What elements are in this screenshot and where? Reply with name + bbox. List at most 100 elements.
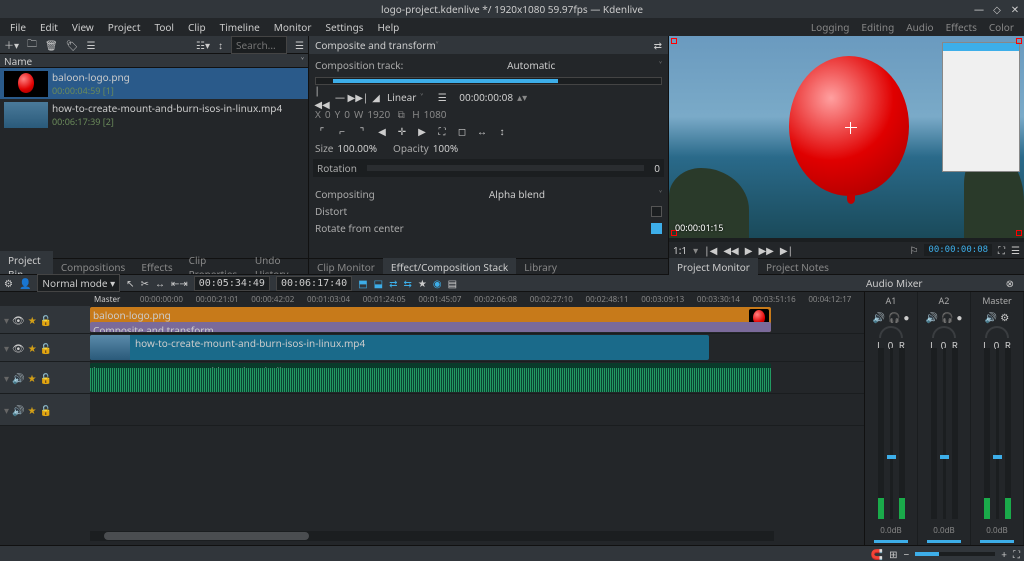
next-keyframe-icon[interactable]: ▶▶| [351,90,365,104]
lock-icon[interactable]: 🔓 [40,341,52,355]
menu-monitor[interactable]: Monitor [268,18,318,36]
tab-project-monitor[interactable]: Project Monitor [669,258,758,276]
y-value[interactable]: 0 [344,107,350,121]
menu-settings[interactable]: Settings [319,18,369,36]
tab-effects[interactable]: Effects [133,258,180,276]
menu-edit[interactable]: Edit [34,18,64,36]
interp-value[interactable]: Linear [387,90,416,104]
tool-icon[interactable]: ⬓ [374,276,383,290]
maximize-icon[interactable]: ◇ [992,4,1002,14]
interp-icon[interactable]: ◢ [369,90,383,104]
effects-icon[interactable]: ★ [27,403,36,417]
db-value[interactable]: 0.0dB [986,525,1007,536]
effects-icon[interactable]: ★ [28,341,37,355]
zoom-ratio[interactable]: 1:1 [673,243,687,257]
tool-icon[interactable]: ⇄ [389,276,397,290]
rec-icon[interactable]: ● [903,310,909,324]
zone-icon[interactable]: ⇤⇥ [171,276,188,290]
layout-audio[interactable]: Audio [900,18,939,36]
distort-checkbox[interactable] [651,206,662,217]
pan-knob[interactable]: L0R [930,326,958,342]
handle-br[interactable] [1016,230,1022,236]
tag-icon[interactable]: 🏷 [66,38,79,52]
record-icon[interactable]: ◉ [433,276,442,290]
play-icon[interactable]: ▶ [745,243,753,257]
edit-mode-combo[interactable]: Normal mode ▾ [37,274,120,292]
search-input[interactable] [231,36,287,54]
fullscreen-icon[interactable]: ⛶ [998,243,1005,257]
menu-clip[interactable]: Clip [182,18,212,36]
handle-tl[interactable] [671,38,677,44]
fit-zoom-icon[interactable]: ⛶ [1013,547,1020,561]
add-clip-icon[interactable]: ＋▾ [4,37,19,52]
menu-file[interactable]: File [4,18,32,36]
mixer-close-icon[interactable]: ⊗ [1006,276,1014,290]
zoom-in-icon[interactable]: + [1001,547,1007,561]
collapse-icon[interactable]: ▾ [4,313,9,327]
compositing-value[interactable]: Alpha blend [489,187,545,201]
rotation-slider[interactable] [367,165,644,171]
add-keyframe-icon[interactable]: — [333,90,347,104]
pointer-icon[interactable]: ↖ [126,276,134,290]
align-l-icon[interactable]: ◀ [375,124,389,138]
pan-knob[interactable]: L0R [877,326,905,342]
rotate-center-checkbox[interactable] [651,223,662,234]
clip-audio[interactable]: how-to-create-mount-and-burn-isos-in-lin… [90,363,771,392]
tab-clip-monitor[interactable]: Clip Monitor [309,258,383,276]
razor-icon[interactable]: ✂ [141,276,149,290]
handle-tr[interactable] [1016,38,1022,44]
align-c-icon[interactable]: ✛ [395,124,409,138]
tab-library[interactable]: Library [516,258,565,276]
mute-icon[interactable]: 🔊 [926,310,938,324]
tab-project-notes[interactable]: Project Notes [758,258,837,276]
collapse-icon[interactable]: ▾ [4,403,9,417]
prev-keyframe-icon[interactable]: |◀◀ [315,90,329,104]
volume-slider[interactable] [943,348,946,519]
rewind-icon[interactable]: ◀◀ [723,243,738,257]
lock-icon[interactable]: 🔓 [40,313,52,327]
bin-column-header[interactable]: Name˅ [0,54,308,68]
align-r-icon[interactable]: ▶ [415,124,429,138]
options-icon[interactable]: ☰ [295,38,304,52]
solo-icon[interactable]: 🎧 [941,310,953,324]
spacer-icon[interactable]: ↔ [155,276,165,290]
db-value[interactable]: 0.0dB [880,525,901,536]
menu-view[interactable]: View [66,18,100,36]
h-value[interactable]: 1080 [424,107,447,121]
solo-icon[interactable]: 🎧 [888,310,900,324]
lock-icon[interactable]: 🔓 [39,403,51,417]
marker-icon[interactable]: ⚐ [909,243,918,257]
bin-item-video[interactable]: how-to-create-mount-and-burn-isos-in-lin… [0,99,308,130]
tl-tc1[interactable]: 00:05:34:49 [194,276,270,291]
zoom-out-icon[interactable]: − [904,547,910,561]
comp-track-value[interactable]: Automatic [507,58,555,72]
tab-effect-stack[interactable]: Effect/Composition Stack [383,258,516,276]
layout-effects[interactable]: Effects [940,18,983,36]
menu-project[interactable]: Project [102,18,147,36]
zoom-slider[interactable] [915,552,995,556]
thumbs-icon[interactable]: ⊞ [889,547,897,561]
volume-slider[interactable] [996,348,999,519]
mute-icon[interactable]: 🔊 [873,310,885,324]
tab-compositions[interactable]: Compositions [53,258,134,276]
preview-viewport[interactable]: 00:00:01:15 [669,36,1024,238]
layout-editing[interactable]: Editing [855,18,900,36]
mute-icon[interactable]: 🔊 [12,371,24,385]
folder-icon[interactable]: 🗀 [27,36,37,54]
favorite-icon[interactable]: ★ [418,276,427,290]
size-value[interactable]: 100.00% [337,141,377,155]
effects-icon[interactable]: ★ [28,313,37,327]
sort-icon[interactable]: ↕ [218,38,223,52]
preview-render-icon[interactable]: ▤ [448,276,457,290]
zone-out-icon[interactable]: ▶| [780,243,793,257]
view-icon[interactable]: ☷▾ [196,38,210,52]
tl-tc2[interactable]: 00:06:17:40 [276,276,352,291]
clip-video[interactable]: how-to-create-mount-and-burn-isos-in-lin… [90,335,709,360]
align-t-icon[interactable]: ⌐ [335,124,349,138]
stepper-icon[interactable]: ▴▾ [517,90,527,104]
snap-icon[interactable]: 🧲 [871,547,883,561]
tool-icon[interactable]: ⬒ [358,276,367,290]
timeline-scrollbar[interactable] [90,531,774,541]
settings-icon[interactable]: ⚙ [1000,310,1009,324]
tool-icon[interactable]: ⇆ [403,276,411,290]
